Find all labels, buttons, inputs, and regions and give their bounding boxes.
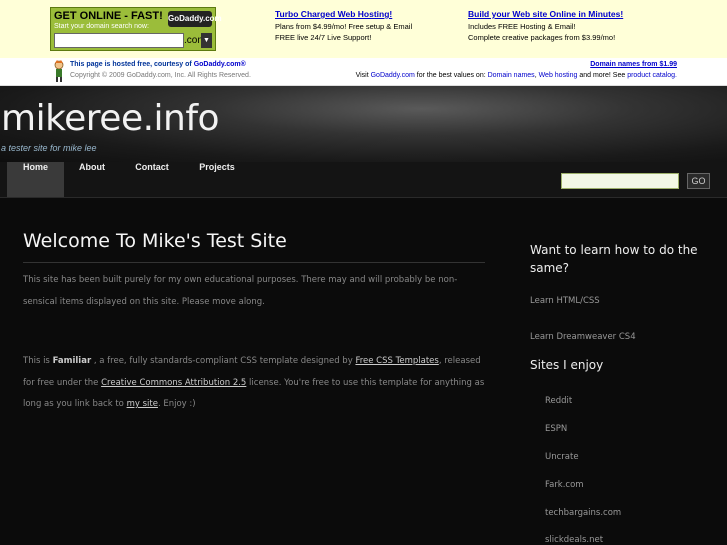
domain-names-link[interactable]: Domain names from $1.99 <box>590 61 677 68</box>
paragraph-text: This is <box>23 356 53 366</box>
sidebar-link-espn[interactable]: ESPN <box>545 424 567 434</box>
sidebar-link-techbargains[interactable]: techbargains.com <box>545 508 621 518</box>
nav-about[interactable]: About <box>69 162 115 197</box>
promo-text: for the best values on: <box>414 72 488 79</box>
my-site-link[interactable]: my site <box>127 399 158 409</box>
ad-builder-line: Complete creative packages from $3.99/mo… <box>468 33 616 42</box>
godaddy-headline: GET ONLINE - FAST! <box>54 10 163 22</box>
godaddy-link[interactable]: GoDaddy.com® <box>194 61 246 68</box>
sidebar-link-learn-dreamweaver[interactable]: Learn Dreamweaver CS4 <box>530 332 636 342</box>
nav-home[interactable]: Home <box>7 162 64 197</box>
sidebar-link-learn-html-css[interactable]: Learn HTML/CSS <box>530 296 600 306</box>
sidebar-heading-sites: Sites I enjoy <box>530 358 604 372</box>
site-tagline: a tester site for mike lee <box>1 143 97 153</box>
title-divider <box>23 262 485 263</box>
sidebar-link-uncrate[interactable]: Uncrate <box>545 452 579 462</box>
godaddy-logo[interactable]: GoDaddy.com <box>168 11 222 27</box>
godaddy-promo: Visit GoDaddy.com for the best values on… <box>356 72 677 79</box>
godaddy-search-widget: GET ONLINE - FAST! Start your domain sea… <box>50 7 222 51</box>
godaddy-subline: Start your domain search now: <box>54 23 149 30</box>
ad-hosting-link[interactable]: Turbo Charged Web Hosting! <box>275 9 412 20</box>
paragraph-text: . Enjoy :) <box>157 399 196 409</box>
template-name: Familiar <box>52 356 92 366</box>
promo-text: Visit <box>355 72 371 79</box>
product-catalog-link[interactable]: product catalog. <box>627 72 677 79</box>
free-css-templates-link[interactable]: Free CSS Templates <box>355 356 438 366</box>
web-hosting-link[interactable]: Web hosting <box>539 72 578 79</box>
ad-builder: Build your Web site Online in Minutes! I… <box>468 9 623 43</box>
sidebar-link-slickdeals[interactable]: slickdeals.net <box>545 535 603 545</box>
ad-builder-link[interactable]: Build your Web site Online in Minutes! <box>468 9 623 20</box>
site-title[interactable]: mikeree.info <box>1 98 220 139</box>
paragraph-text: , a free, fully standards-compliant CSS … <box>91 356 356 366</box>
intro-paragraph: This site has been built purely for my o… <box>23 275 458 307</box>
template-paragraph: This is Familiar , a free, fully standar… <box>23 351 489 416</box>
nav-projects[interactable]: Projects <box>191 162 243 197</box>
domain-names-promo-link[interactable]: Domain names <box>488 72 535 79</box>
ad-builder-line: Includes FREE Hosting & Email! <box>468 22 576 31</box>
tld-label: .com <box>184 35 206 46</box>
page-title: Welcome To Mike's Test Site <box>23 230 287 252</box>
sidebar-link-fark[interactable]: Fark.com <box>545 480 584 490</box>
godaddy-mascot-icon <box>54 60 64 82</box>
domain-search-input[interactable] <box>54 33 184 48</box>
copyright-text: Copyright © 2009 GoDaddy.com, Inc. All R… <box>70 72 251 79</box>
promo-text: and more! See <box>577 72 628 79</box>
search-input[interactable] <box>561 173 679 189</box>
godaddy-visit-link[interactable]: GoDaddy.com <box>371 72 415 79</box>
ad-hosting-line: Plans from $4.99/mo! Free setup & Email <box>275 22 413 31</box>
sidebar-heading-learn: Want to learn how to do the same? <box>530 243 698 275</box>
nav-contact[interactable]: Contact <box>126 162 178 197</box>
sidebar-link-reddit[interactable]: Reddit <box>545 396 572 406</box>
hosted-notice: This page is hosted free, courtesy of Go… <box>70 61 246 68</box>
creative-commons-link[interactable]: Creative Commons Attribution 2.5 <box>101 378 246 388</box>
tld-dropdown-chevron-icon[interactable]: ▼ <box>201 33 212 48</box>
hosted-notice-text: This page is hosted free, courtesy of <box>70 61 194 68</box>
ad-hosting-line: FREE live 24/7 Live Support! <box>275 33 372 42</box>
search-go-button[interactable]: GO <box>687 173 710 189</box>
ad-hosting: Turbo Charged Web Hosting! Plans from $4… <box>275 9 412 43</box>
